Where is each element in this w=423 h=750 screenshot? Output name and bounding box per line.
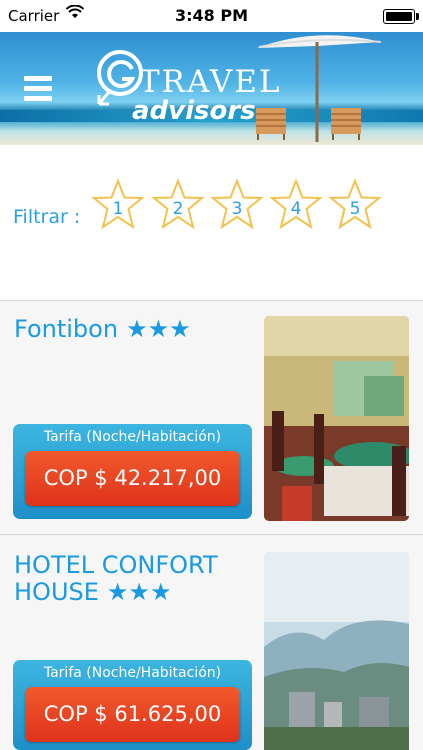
price-button[interactable]: COP $ 42.217,00 xyxy=(25,451,240,506)
hotel-rating-stars: ★★★ xyxy=(106,578,172,606)
rate-box: Tarifa (Noche/Habitación) COP $ 61.625,0… xyxy=(13,660,252,750)
filter-star-1[interactable]: 1 xyxy=(91,178,145,232)
filter-star-5[interactable]: 5 xyxy=(328,178,382,232)
hotel-photo[interactable] xyxy=(264,552,409,750)
filter-star-number: 5 xyxy=(349,199,361,219)
hotel-rating-stars: ★★★ xyxy=(126,315,191,343)
status-time: 3:48 PM xyxy=(174,6,248,25)
logo-travel-text: TRAVEL xyxy=(139,64,282,100)
hotel-photo[interactable] xyxy=(264,316,409,521)
hotel-card[interactable]: HOTEL CONFORT HOUSE ★★★ Tarifa (Noche/Hab… xyxy=(0,536,423,750)
filter-star-2[interactable]: 2 xyxy=(151,178,205,232)
hotel-name: HOTEL CONFORT HOUSE ★★★ xyxy=(14,552,249,606)
filter-star-3[interactable]: 3 xyxy=(210,178,264,232)
travel-advisors-logo: TRAVEL advisors xyxy=(95,46,295,126)
filter-label: Filtrar : xyxy=(13,206,81,228)
hotel-name-text: Fontibon xyxy=(14,315,119,343)
rate-label: Tarifa (Noche/Habitación) xyxy=(43,665,222,681)
city-view-image xyxy=(264,552,409,750)
price-button[interactable]: COP $ 61.625,00 xyxy=(25,687,240,742)
logo-advisors-text: advisors xyxy=(132,96,256,126)
filter-star-number: 4 xyxy=(290,199,302,219)
filter-star-number: 2 xyxy=(172,199,184,219)
filter-star-number: 1 xyxy=(112,199,124,219)
rate-box: Tarifa (Noche/Habitación) COP $ 42.217,0… xyxy=(13,424,252,519)
restaurant-image xyxy=(264,316,409,521)
filter-section: Filtrar : 1 2 3 4 5 xyxy=(0,145,423,301)
beach-chair-right xyxy=(331,108,361,140)
battery-icon xyxy=(383,9,419,24)
filter-star-number: 3 xyxy=(231,199,243,219)
header-banner: TRAVEL advisors xyxy=(0,32,423,145)
filter-star-4[interactable]: 4 xyxy=(269,178,323,232)
hamburger-menu-icon[interactable] xyxy=(24,76,52,104)
hotel-card[interactable]: Fontibon ★★★ Tarifa (Noche/Habitación) CO… xyxy=(0,302,423,535)
rate-label: Tarifa (Noche/Habitación) xyxy=(43,429,222,445)
status-bar: Carrier 3:48 PM xyxy=(0,0,423,32)
hotel-name: Fontibon ★★★ xyxy=(14,316,249,343)
